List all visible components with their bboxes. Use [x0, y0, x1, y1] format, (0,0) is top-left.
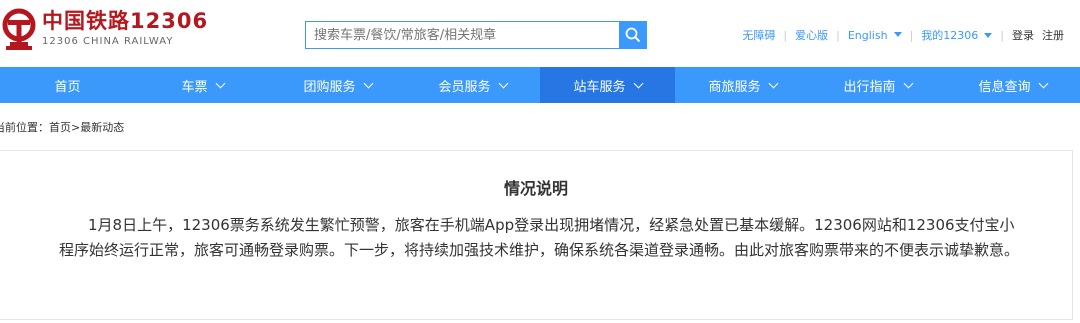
- article-title: 情况说明: [503, 179, 568, 198]
- nav-label: 首页: [54, 79, 81, 95]
- chevron-down-icon: [1038, 78, 1048, 88]
- brand-logo[interactable]: 中国铁路12306 12306 CHINA RAILWAY: [0, 8, 208, 54]
- elder-mode-link[interactable]: 爱心版: [795, 27, 828, 43]
- accessibility-link[interactable]: 无障碍: [742, 27, 775, 43]
- nav-item-station-service[interactable]: 站车服务: [540, 67, 675, 103]
- railway-logo-icon: [0, 8, 38, 54]
- nav-item-tickets[interactable]: 车票: [135, 67, 270, 103]
- nav-label: 会员服务: [438, 79, 491, 95]
- nav-label: 团购服务: [303, 79, 356, 95]
- divider: |: [909, 28, 914, 42]
- breadcrumb: 当前位置：首页>最新动态: [0, 121, 125, 134]
- nav-item-info-query[interactable]: 信息查询: [945, 67, 1080, 103]
- search-icon: [625, 27, 641, 43]
- chevron-down-icon: [768, 78, 778, 88]
- nav-item-group-service[interactable]: 团购服务: [270, 67, 405, 103]
- chevron-down-icon: [215, 78, 225, 88]
- nav-item-travel-guide[interactable]: 出行指南: [810, 67, 945, 103]
- nav-label: 站车服务: [573, 79, 626, 95]
- my-12306-menu[interactable]: 我的12306: [921, 27, 993, 43]
- brand-name-cn: 中国铁路12306: [42, 9, 209, 33]
- divider: |: [1000, 28, 1004, 42]
- language-selector[interactable]: English: [848, 29, 902, 42]
- nav-label: 出行指南: [843, 79, 896, 95]
- article-panel: 情况说明 1月8日上午，12306票务系统发生繁忙预警，旅客在手机端App登录出…: [0, 150, 1073, 320]
- nav-label: 车票: [181, 79, 208, 95]
- chevron-down-icon: [903, 78, 913, 88]
- search-input[interactable]: [305, 21, 619, 49]
- register-link[interactable]: 注册: [1042, 27, 1064, 43]
- nav-label: 信息查询: [978, 79, 1031, 95]
- main-nav: 首页 车票 团购服务 会员服务 站车服务 商旅服务 出行指南 信息查询: [0, 67, 1080, 103]
- nav-item-business-travel[interactable]: 商旅服务: [675, 67, 810, 103]
- nav-label: 商旅服务: [708, 79, 761, 95]
- article-body: 1月8日上午，12306票务系统发生繁忙预警，旅客在手机端App登录出现拥堵情况…: [59, 216, 1020, 259]
- divider: |: [836, 28, 840, 42]
- my-12306-label: 我的12306: [921, 29, 979, 42]
- login-link[interactable]: 登录: [1012, 27, 1034, 43]
- chevron-down-icon: [893, 32, 902, 37]
- nav-item-member-service[interactable]: 会员服务: [405, 67, 540, 103]
- language-label: English: [847, 28, 888, 42]
- chevron-down-icon: [363, 78, 373, 88]
- brand-name-en: 12306 CHINA RAILWAY: [42, 36, 174, 47]
- top-links: 无障碍 | 爱心版 | English | 我的12306 | 登录 注册: [742, 27, 1064, 43]
- chevron-down-icon: [633, 78, 643, 88]
- search-bar: [305, 21, 647, 49]
- nav-item-home[interactable]: 首页: [0, 67, 135, 103]
- top-header: 中国铁路12306 12306 CHINA RAILWAY 无障碍 | 爱心版 …: [0, 0, 1080, 67]
- chevron-down-icon: [984, 32, 993, 38]
- divider: |: [783, 28, 788, 42]
- search-button[interactable]: [619, 21, 647, 49]
- chevron-down-icon: [498, 78, 508, 88]
